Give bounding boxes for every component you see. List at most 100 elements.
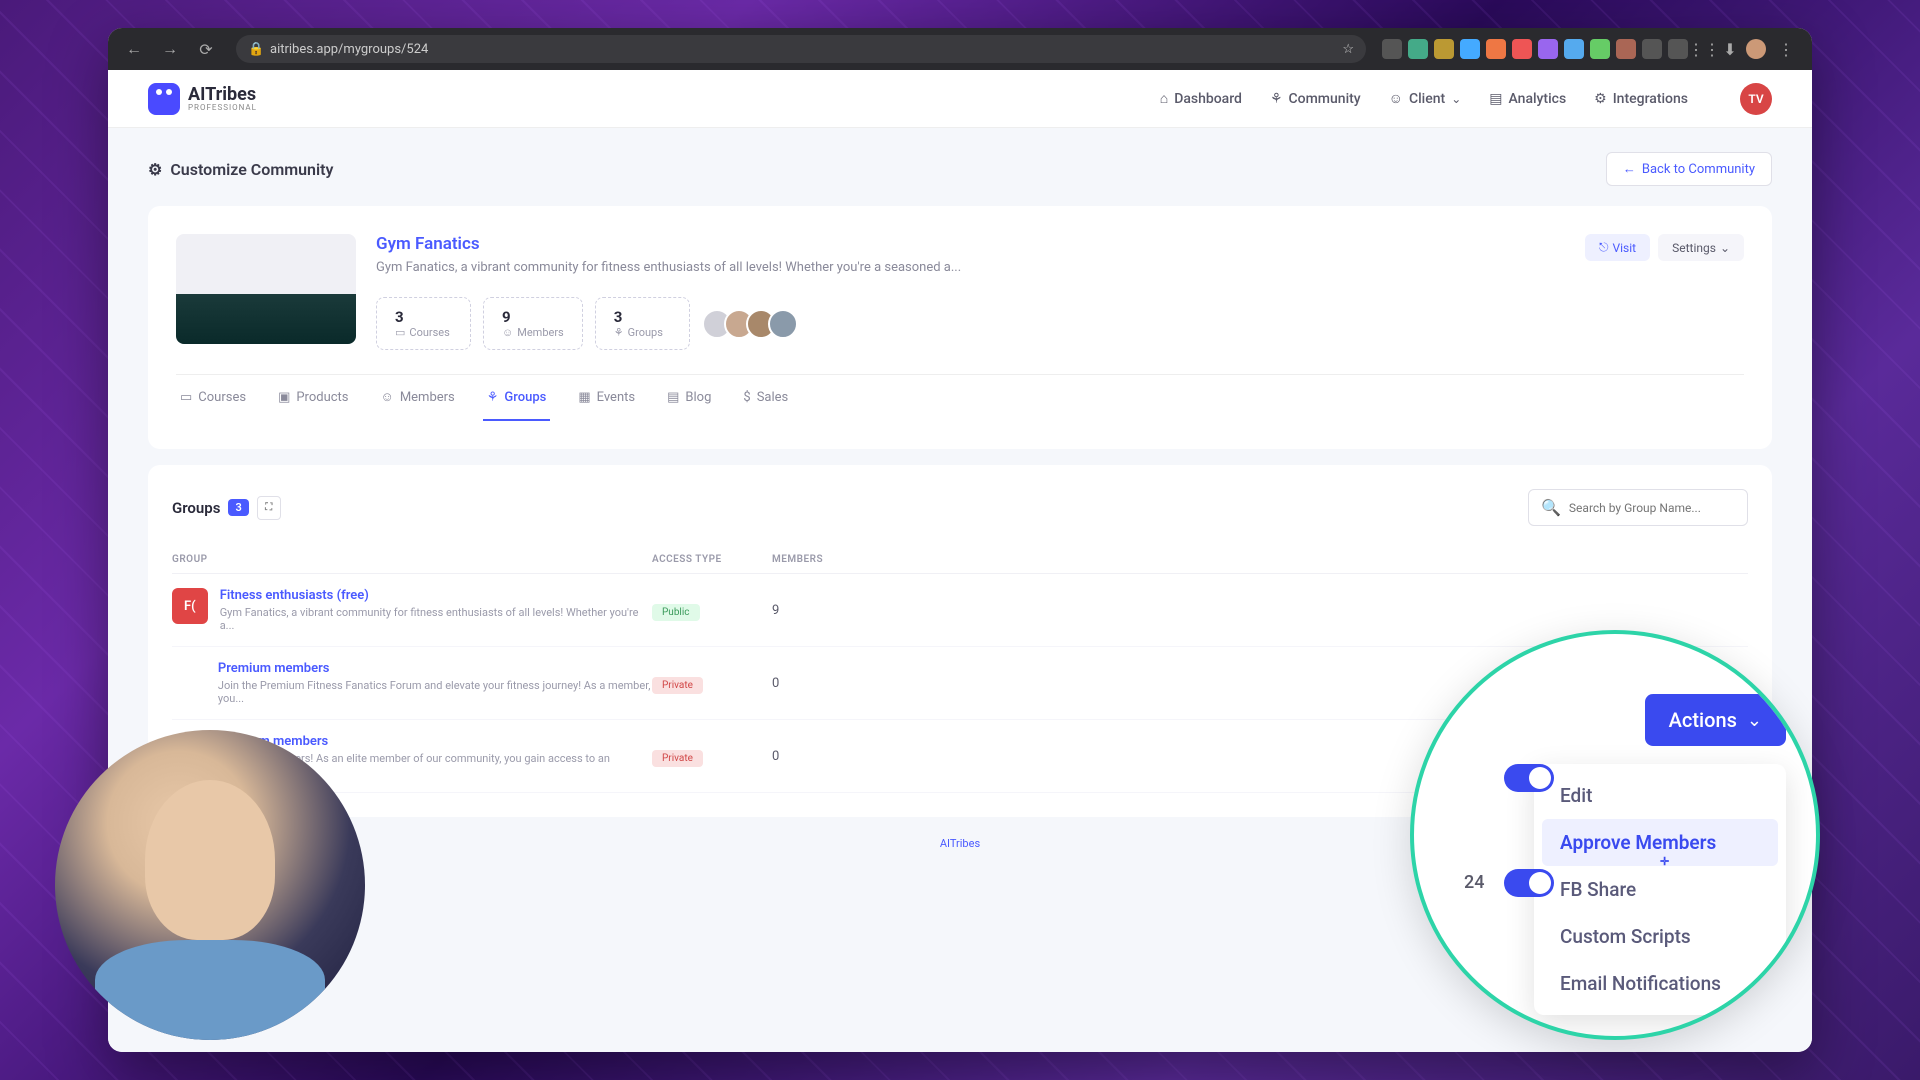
toggle-switch[interactable] bbox=[1504, 869, 1554, 897]
footer-brand[interactable]: AITribes bbox=[940, 837, 980, 850]
nav-community[interactable]: ⚘Community bbox=[1270, 91, 1361, 107]
menu-fb-share[interactable]: FB Share bbox=[1542, 866, 1778, 913]
avatar bbox=[768, 309, 798, 339]
users-icon: ☺ bbox=[502, 326, 513, 339]
members-count: 9 bbox=[772, 603, 862, 618]
chevron-down-icon: ⌄ bbox=[1720, 241, 1730, 255]
tab-courses[interactable]: ▭Courses bbox=[176, 375, 250, 421]
download-icon[interactable]: ⬇ bbox=[1720, 39, 1740, 59]
tab-blog[interactable]: ▤Blog bbox=[663, 375, 715, 421]
menu-icon[interactable]: ⋮ bbox=[1772, 35, 1800, 63]
back-nav-icon[interactable]: ← bbox=[120, 35, 148, 63]
ext-icon[interactable] bbox=[1642, 39, 1662, 59]
main-nav: ⌂Dashboard ⚘Community ☺Client ▤Analytics… bbox=[1160, 83, 1772, 115]
reload-icon[interactable]: ⟳ bbox=[192, 35, 220, 63]
access-badge: Public bbox=[652, 604, 700, 621]
ext-icon[interactable] bbox=[1434, 39, 1454, 59]
url-text: aitribes.app/mygroups/524 bbox=[270, 42, 428, 57]
community-name: Gym Fanatics bbox=[376, 234, 961, 254]
settings-button[interactable]: Settings⌄ bbox=[1658, 234, 1744, 261]
stat-courses: 3 ▭Courses bbox=[376, 297, 471, 350]
dollar-icon: $ bbox=[743, 390, 750, 405]
ext-icon[interactable] bbox=[1460, 39, 1480, 59]
extension-icons: ⋮⋮ ⬇ ⋮ bbox=[1382, 35, 1800, 63]
community-card: Gym Fanatics Gym Fanatics, a vibrant com… bbox=[148, 206, 1772, 449]
ext-icon[interactable] bbox=[1616, 39, 1636, 59]
access-badge: Private bbox=[652, 750, 703, 767]
community-image bbox=[176, 234, 356, 344]
home-icon: ⌂ bbox=[1160, 90, 1168, 107]
user-avatar[interactable]: TV bbox=[1740, 83, 1772, 115]
external-icon: ⎋ bbox=[1599, 240, 1609, 255]
star-icon[interactable]: ☆ bbox=[1342, 42, 1354, 57]
tab-groups[interactable]: ⚘Groups bbox=[483, 375, 551, 421]
zoom-number: 24 bbox=[1464, 872, 1484, 893]
stat-members: 9 ☺Members bbox=[483, 297, 583, 350]
nav-client[interactable]: ☺Client bbox=[1389, 90, 1462, 107]
expand-button[interactable]: ⛶ bbox=[257, 496, 281, 520]
user-icon: ☺ bbox=[1389, 90, 1403, 107]
ext-icon[interactable] bbox=[1486, 39, 1506, 59]
group-name: Platinum members bbox=[218, 734, 653, 749]
groups-icon: ⚘ bbox=[614, 326, 624, 339]
group-description: Gym Fanatics, a vibrant community for fi… bbox=[220, 606, 652, 632]
cursor-icon: ✛ bbox=[1660, 855, 1669, 868]
logo-name: AITribes bbox=[188, 86, 257, 104]
nav-analytics[interactable]: ▤Analytics bbox=[1489, 91, 1566, 107]
group-count-badge: 3 bbox=[228, 499, 248, 516]
search-icon: 🔍 bbox=[1541, 498, 1561, 517]
menu-approve-members[interactable]: Approve Members ✛ bbox=[1542, 819, 1778, 866]
tab-products[interactable]: ▣Products bbox=[274, 375, 352, 421]
table-row[interactable]: F( Fitness enthusiasts (free) Gym Fanati… bbox=[172, 574, 1748, 647]
back-to-community-button[interactable]: ← Back to Community bbox=[1606, 152, 1772, 186]
toggle-switch[interactable] bbox=[1504, 764, 1554, 792]
menu-email-notifications[interactable]: Email Notifications bbox=[1542, 960, 1778, 1007]
ext-icon[interactable] bbox=[1408, 39, 1428, 59]
community-description: Gym Fanatics, a vibrant community for fi… bbox=[376, 260, 961, 275]
actions-button[interactable]: Actions bbox=[1645, 694, 1786, 746]
calendar-icon: ▦ bbox=[578, 390, 590, 405]
ext-icon[interactable] bbox=[1382, 39, 1402, 59]
ext-icon[interactable] bbox=[1668, 39, 1688, 59]
lock-icon: 🔒 bbox=[248, 42, 262, 56]
menu-custom-scripts[interactable]: Custom Scripts bbox=[1542, 913, 1778, 960]
groups-icon: ⚘ bbox=[487, 390, 499, 405]
access-badge: Private bbox=[652, 677, 703, 694]
visit-button[interactable]: ⎋Visit bbox=[1585, 234, 1650, 261]
blog-icon: ▤ bbox=[667, 390, 679, 405]
nav-integrations[interactable]: ⚙Integrations bbox=[1594, 91, 1688, 107]
users-icon: ☺ bbox=[381, 389, 394, 405]
search-box[interactable]: 🔍 bbox=[1528, 489, 1748, 526]
nav-dashboard[interactable]: ⌂Dashboard bbox=[1160, 90, 1242, 107]
logo-subtitle: PROFESSIONAL bbox=[188, 104, 257, 112]
ext-icon[interactable] bbox=[1590, 39, 1610, 59]
tabs: ▭Courses ▣Products ☺Members ⚘Groups ▦Eve… bbox=[176, 374, 1744, 421]
ext-icon[interactable] bbox=[1564, 39, 1584, 59]
members-count: 0 bbox=[772, 749, 862, 764]
community-icon: ⚘ bbox=[1270, 91, 1283, 107]
tab-events[interactable]: ▦Events bbox=[574, 375, 639, 421]
tab-sales[interactable]: $Sales bbox=[739, 375, 792, 421]
table-header: GROUP ACCESS TYPE MEMBERS bbox=[172, 546, 1748, 574]
stats-row: 3 ▭Courses 9 ☺Members 3 ⚘Groups bbox=[376, 297, 1744, 350]
members-count: 0 bbox=[772, 676, 862, 691]
settings-icon: ⚙ bbox=[148, 160, 162, 179]
member-avatars bbox=[710, 309, 798, 339]
chart-icon: ▤ bbox=[1489, 91, 1502, 107]
logo[interactable]: AITribes PROFESSIONAL bbox=[148, 83, 257, 115]
box-icon: ▣ bbox=[278, 390, 290, 405]
app-header: AITribes PROFESSIONAL ⌂Dashboard ⚘Commun… bbox=[108, 70, 1812, 128]
menu-edit[interactable]: Edit bbox=[1542, 772, 1778, 819]
tab-members[interactable]: ☺Members bbox=[377, 375, 459, 421]
actions-dropdown: Edit Approve Members ✛ FB Share Custom S… bbox=[1534, 764, 1786, 1015]
book-icon: ▭ bbox=[180, 390, 192, 405]
logo-icon bbox=[148, 83, 180, 115]
ext-icon[interactable] bbox=[1538, 39, 1558, 59]
search-input[interactable] bbox=[1569, 501, 1735, 515]
address-bar[interactable]: 🔒 aitribes.app/mygroups/524 ☆ bbox=[236, 35, 1366, 63]
profile-avatar[interactable] bbox=[1746, 39, 1766, 59]
ext-icon[interactable] bbox=[1512, 39, 1532, 59]
extensions-icon[interactable]: ⋮⋮ bbox=[1694, 39, 1714, 59]
group-name: Fitness enthusiasts (free) bbox=[220, 588, 652, 603]
forward-nav-icon[interactable]: → bbox=[156, 35, 184, 63]
